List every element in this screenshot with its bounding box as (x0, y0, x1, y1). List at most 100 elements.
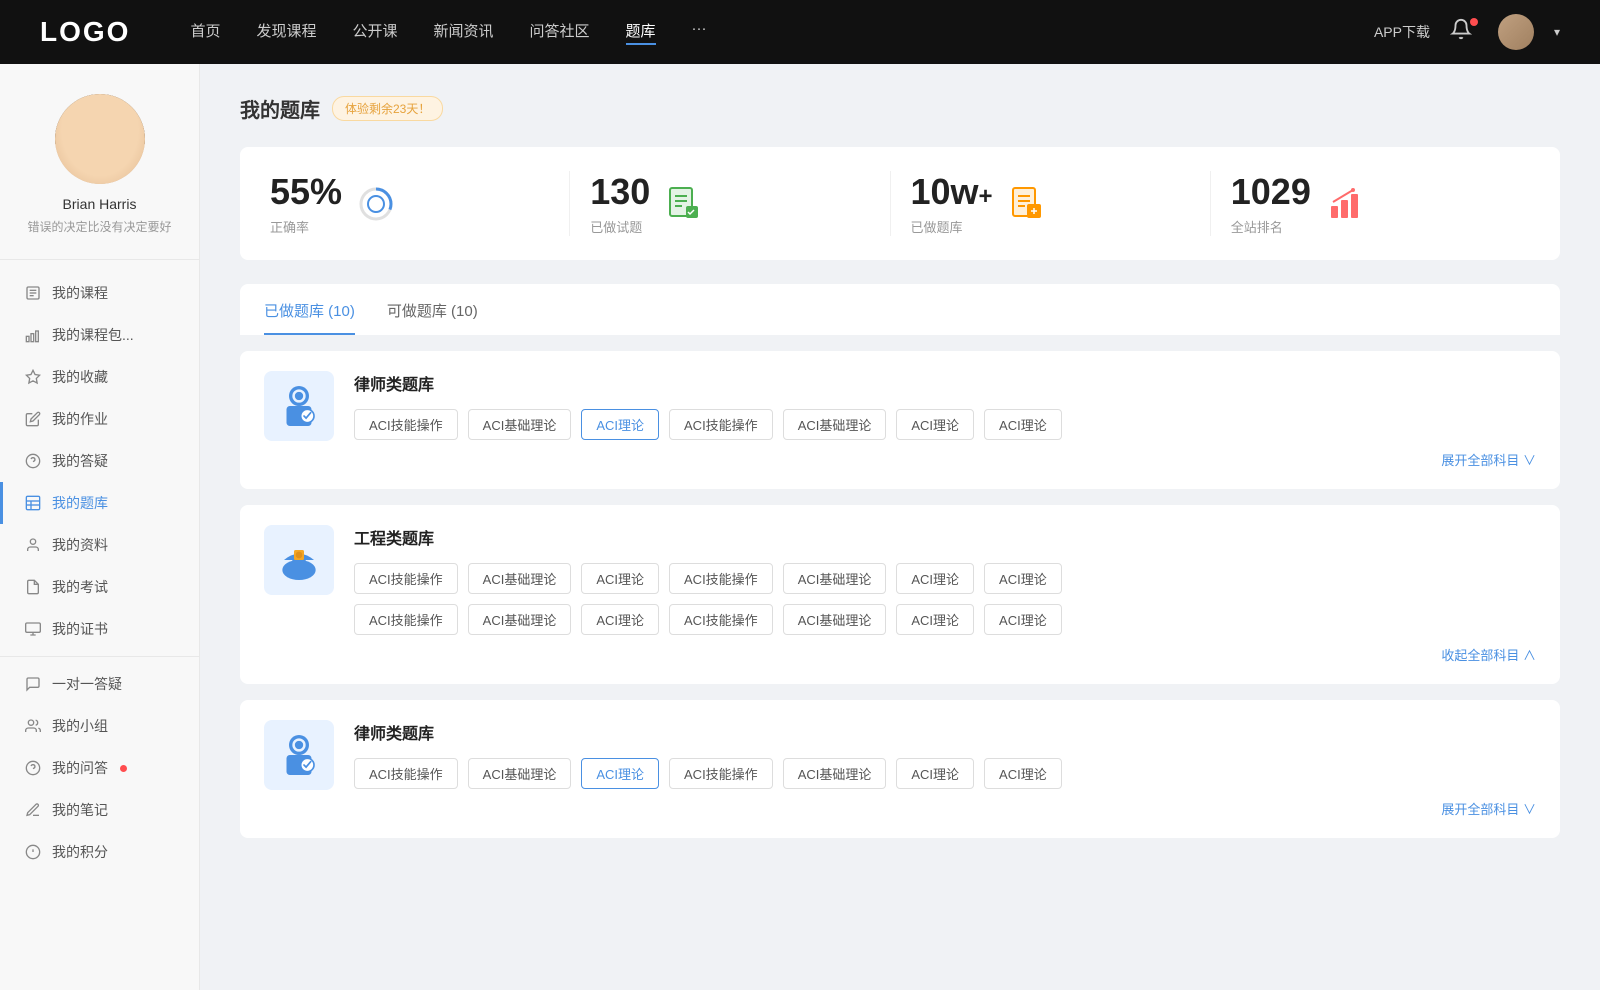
qbank-section-engineer: 工程类题库 ACI技能操作 ACI基础理论 ACI理论 ACI技能操作 ACI基… (240, 505, 1560, 684)
bell-notification-dot (1470, 18, 1478, 26)
stat-accuracy: 55% 正确率 (270, 171, 570, 236)
tag-2-12[interactable]: ACI理论 (896, 604, 974, 635)
qbank-body-1: 律师类题库 ACI技能操作 ACI基础理论 ACI理论 ACI技能操作 ACI基… (354, 371, 1536, 469)
sidebar-item-my-courses[interactable]: 我的课程 (0, 272, 199, 314)
tag-3-3[interactable]: ACI技能操作 (669, 758, 773, 789)
tag-1-6[interactable]: ACI理论 (984, 409, 1062, 440)
homework-label: 我的作业 (52, 409, 108, 429)
nav-open-course[interactable]: 公开课 (352, 20, 397, 45)
main-content: 我的题库 体验剩余23天！ 55% 正确率 (200, 64, 1600, 990)
question-icon (24, 452, 42, 470)
qbank-expand-1[interactable]: 展开全部科目 ∨ (354, 450, 1536, 469)
nav-news[interactable]: 新闻资讯 (434, 20, 494, 45)
stat-done-questions-label: 已做试题 (590, 217, 650, 236)
stat-rank-number: 1029 (1231, 171, 1311, 213)
sidebar-item-my-notes[interactable]: 我的笔记 (0, 789, 199, 831)
rank-icon (1325, 184, 1365, 224)
sidebar-item-my-group[interactable]: 我的小组 (0, 705, 199, 747)
app-download-button[interactable]: APP下载 (1374, 22, 1430, 42)
navbar: LOGO 首页 发现课程 公开课 新闻资讯 问答社区 题库 ··· APP下载 … (0, 0, 1600, 64)
nav-qa[interactable]: 问答社区 (530, 20, 590, 45)
stat-accuracy-number: 55% (270, 171, 342, 213)
group-icon (24, 717, 42, 735)
sidebar-item-one-on-one[interactable]: 一对一答疑 (0, 663, 199, 705)
qbank-tags-2-row1: ACI技能操作 ACI基础理论 ACI理论 ACI技能操作 ACI基础理论 AC… (354, 563, 1536, 594)
cert-icon (24, 620, 42, 638)
qbank-body-3: 律师类题库 ACI技能操作 ACI基础理论 ACI理论 ACI技能操作 ACI基… (354, 720, 1536, 818)
sidebar-item-homework[interactable]: 我的作业 (0, 398, 199, 440)
sidebar-item-my-profile[interactable]: 我的资料 (0, 524, 199, 566)
avatar-image (1498, 14, 1534, 50)
star-icon (24, 368, 42, 386)
tag-2-9[interactable]: ACI理论 (581, 604, 659, 635)
sidebar-item-my-exam[interactable]: 我的考试 (0, 566, 199, 608)
tag-3-0[interactable]: ACI技能操作 (354, 758, 458, 789)
nav-home[interactable]: 首页 (190, 20, 220, 45)
tag-2-10[interactable]: ACI技能操作 (669, 604, 773, 635)
edit-icon (24, 410, 42, 428)
nav-discover[interactable]: 发现课程 (256, 20, 316, 45)
tab-available-banks[interactable]: 可做题库 (10) (387, 300, 478, 335)
tag-2-8[interactable]: ACI基础理论 (468, 604, 572, 635)
sidebar: Brian Harris 错误的决定比没有决定要好 我的课程 我的课程包... (0, 64, 200, 990)
stat-rank: 1029 全站排名 (1211, 171, 1530, 236)
page-title: 我的题库 (240, 94, 320, 123)
tag-3-2[interactable]: ACI理论 (581, 758, 659, 789)
sidebar-profile: Brian Harris 错误的决定比没有决定要好 (0, 94, 199, 260)
stat-done-banks: 10w+ 已做题库 (891, 171, 1211, 236)
tag-1-5[interactable]: ACI理论 (896, 409, 974, 440)
sidebar-menu: 我的课程 我的课程包... 我的收藏 我的作业 (0, 272, 199, 873)
tag-2-5[interactable]: ACI理论 (896, 563, 974, 594)
nav-qbank[interactable]: 题库 (626, 20, 656, 45)
stat-done-questions-number: 130 (590, 171, 650, 213)
sidebar-motto: 错误的决定比没有决定要好 (20, 218, 179, 235)
tag-2-1[interactable]: ACI基础理论 (468, 563, 572, 594)
tag-2-6[interactable]: ACI理论 (984, 563, 1062, 594)
sidebar-item-favorites[interactable]: 我的收藏 (0, 356, 199, 398)
tag-3-5[interactable]: ACI理论 (896, 758, 974, 789)
tag-2-7[interactable]: ACI技能操作 (354, 604, 458, 635)
sidebar-item-my-answers[interactable]: 我的问答 (0, 747, 199, 789)
sidebar-item-my-cert[interactable]: 我的证书 (0, 608, 199, 650)
qbank-title-2: 工程类题库 (354, 525, 1536, 549)
my-notes-label: 我的笔记 (52, 800, 108, 820)
my-exam-label: 我的考试 (52, 577, 108, 597)
tag-2-13[interactable]: ACI理论 (984, 604, 1062, 635)
tag-1-1[interactable]: ACI基础理论 (468, 409, 572, 440)
qbank-icon-lawyer-2 (264, 720, 334, 790)
bell-icon[interactable] (1450, 18, 1478, 46)
table-icon (24, 494, 42, 512)
tag-1-0[interactable]: ACI技能操作 (354, 409, 458, 440)
sidebar-item-my-qbank[interactable]: 我的题库 (0, 482, 199, 524)
avatar[interactable] (1498, 14, 1534, 50)
tab-done-banks[interactable]: 已做题库 (10) (264, 300, 355, 335)
tag-2-0[interactable]: ACI技能操作 (354, 563, 458, 594)
tag-1-3[interactable]: ACI技能操作 (669, 409, 773, 440)
tag-2-11[interactable]: ACI基础理论 (783, 604, 887, 635)
avatar-dropdown-arrow[interactable]: ▾ (1554, 25, 1560, 39)
qbank-body-2: 工程类题库 ACI技能操作 ACI基础理论 ACI理论 ACI技能操作 ACI基… (354, 525, 1536, 664)
tag-1-2[interactable]: ACI理论 (581, 409, 659, 440)
my-profile-label: 我的资料 (52, 535, 108, 555)
nav-more[interactable]: ··· (692, 20, 707, 45)
sidebar-item-my-questions[interactable]: 我的答疑 (0, 440, 199, 482)
tag-3-4[interactable]: ACI基础理论 (783, 758, 887, 789)
stat-done-banks-number: 10w+ (911, 171, 993, 213)
answers-notification-dot (120, 765, 127, 772)
tag-2-2[interactable]: ACI理论 (581, 563, 659, 594)
qbank-expand-3[interactable]: 展开全部科目 ∨ (354, 799, 1536, 818)
my-courses-label: 我的课程 (52, 283, 108, 303)
qbank-header-1: 律师类题库 ACI技能操作 ACI基础理论 ACI理论 ACI技能操作 ACI基… (264, 371, 1536, 469)
qbank-collapse-2[interactable]: 收起全部科目 ∧ (354, 645, 1536, 664)
tag-2-3[interactable]: ACI技能操作 (669, 563, 773, 594)
qbank-section-lawyer-2: 律师类题库 ACI技能操作 ACI基础理论 ACI理论 ACI技能操作 ACI基… (240, 700, 1560, 838)
tag-2-4[interactable]: ACI基础理论 (783, 563, 887, 594)
trial-badge: 体验剩余23天！ (332, 96, 443, 121)
qbank-icon-engineer (264, 525, 334, 595)
stats-card: 55% 正确率 130 已做试题 (240, 147, 1560, 260)
tag-3-6[interactable]: ACI理论 (984, 758, 1062, 789)
sidebar-item-course-packages[interactable]: 我的课程包... (0, 314, 199, 356)
tag-1-4[interactable]: ACI基础理论 (783, 409, 887, 440)
tag-3-1[interactable]: ACI基础理论 (468, 758, 572, 789)
sidebar-item-my-points[interactable]: 我的积分 (0, 831, 199, 873)
